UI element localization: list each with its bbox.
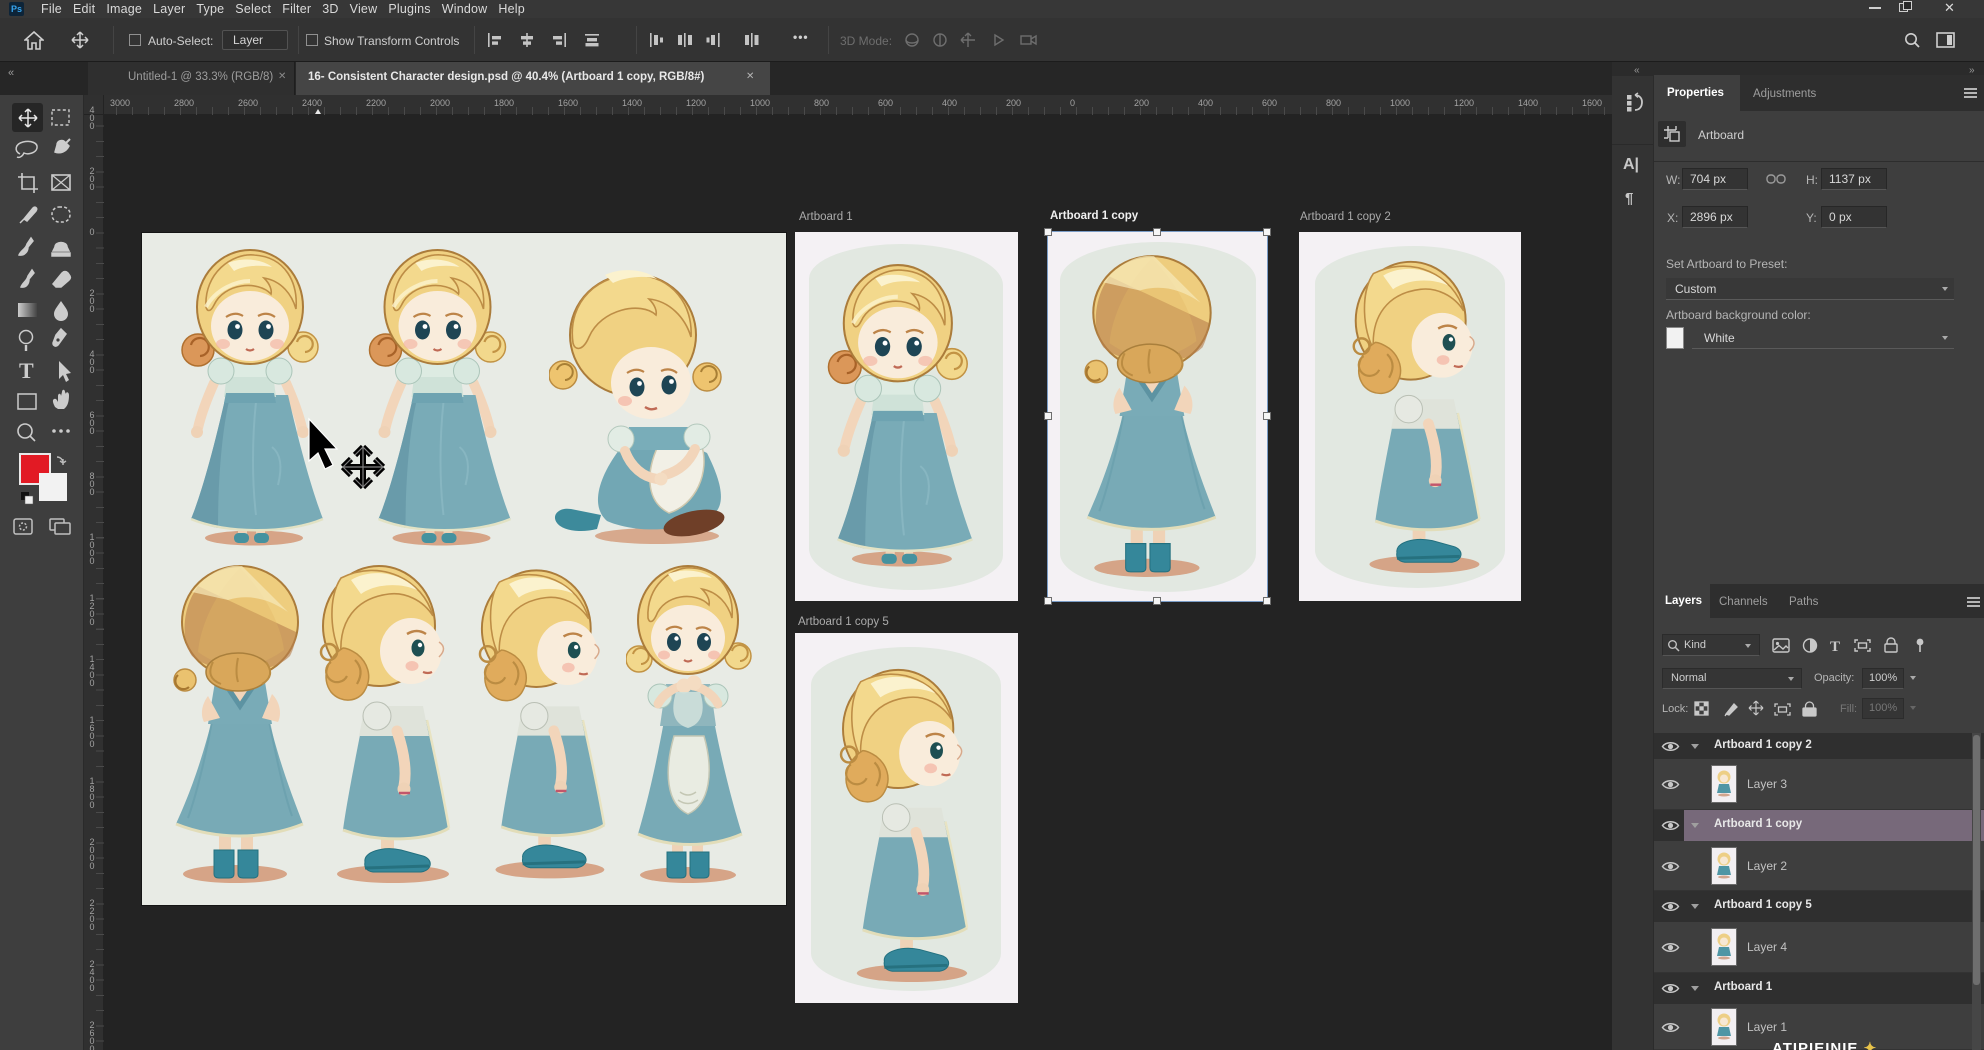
svg-text:T: T [19,358,34,383]
svg-text:T: T [1830,639,1840,654]
